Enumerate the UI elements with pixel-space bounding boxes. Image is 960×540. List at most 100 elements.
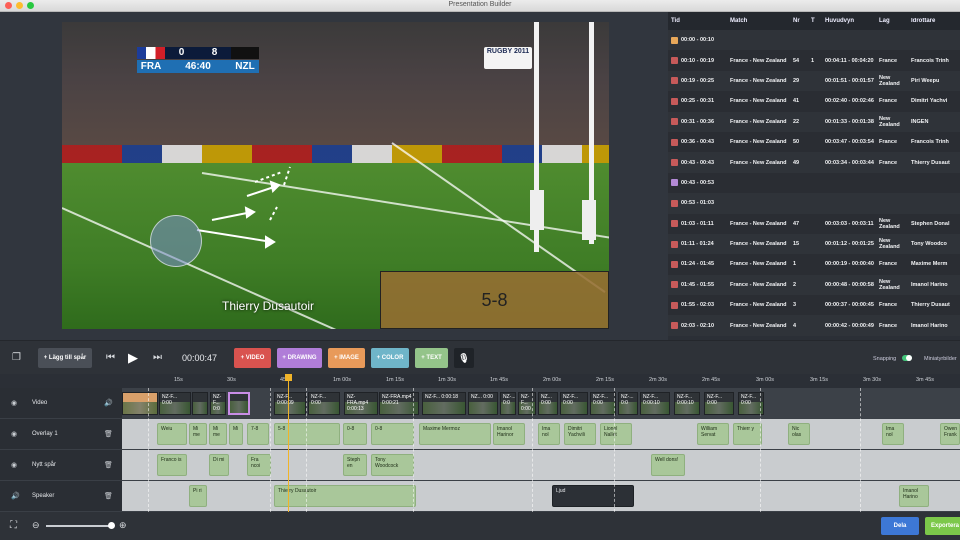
overlay-clip[interactable]: 7-8 <box>247 423 269 445</box>
col-t[interactable]: T <box>811 18 825 24</box>
eye-icon[interactable]: ◉ <box>11 399 17 407</box>
add-color-button[interactable]: + COLOR <box>371 348 409 368</box>
share-button[interactable]: Dela <box>881 517 919 535</box>
nytt-clip[interactable]: Well dons! <box>651 454 685 476</box>
clip-list-row[interactable]: 01:55 - 02:03 France - New Zealand 3 00:00:… <box>668 295 960 316</box>
clip-list-row[interactable]: 00:36 - 00:43 France - New Zealand 50 00:03… <box>668 131 960 153</box>
overlay-clip[interactable]: Mi <box>229 423 243 445</box>
overlay-clip[interactable]: Weiu <box>157 423 187 445</box>
video-clip[interactable]: NZ... 0:00 <box>538 392 558 415</box>
playhead[interactable] <box>285 374 292 512</box>
overlay-clip[interactable]: Owen Frank <box>940 423 960 445</box>
overlay-clip[interactable]: William Servat <box>697 423 729 445</box>
overlay-clip[interactable]: Imanol Harinor <box>493 423 525 445</box>
col-tid[interactable]: Tid <box>668 18 730 24</box>
overlay-clip[interactable]: Nic olas <box>788 423 810 445</box>
microphone-button[interactable]: 🎙 <box>454 348 474 368</box>
player-highlight[interactable] <box>150 215 202 267</box>
video-clip[interactable]: NZ-... 0:0 <box>500 392 516 415</box>
overlay-clip[interactable]: Maxime Mermoz <box>419 423 491 445</box>
clip-list-row[interactable]: 00:00 - 00:10 <box>668 30 960 51</box>
overlay-clip[interactable]: Lionel Nallet <box>600 423 632 445</box>
clip-list-row[interactable]: 00:43 - 00:53 <box>668 172 960 194</box>
speaker-clip[interactable]: Imanol Harino <box>899 485 929 507</box>
clip-list-row[interactable]: 02:03 - 02:10 France - New Zealand 4 00:00:… <box>668 315 960 336</box>
eye-icon[interactable]: ◉ <box>11 461 17 469</box>
video-clip[interactable] <box>122 392 158 415</box>
video-clip[interactable] <box>228 392 250 415</box>
video-lane[interactable]: NZ-F... 0:00 NZ-F... 0:0 NZ-F... 0:00:09 NZ… <box>122 388 960 418</box>
video-clip[interactable] <box>192 392 208 415</box>
export-button[interactable]: Exportera <box>925 517 960 535</box>
speaker-clip[interactable]: Thierry Dusautoir <box>274 485 416 507</box>
clip-list-row[interactable]: 01:45 - 01:55 France - New Zealand 2 00:00:… <box>668 274 960 296</box>
add-video-button[interactable]: + VIDEO <box>234 348 271 368</box>
video-clip[interactable]: NZ-F... 0:00 <box>159 392 191 415</box>
zoom-in-icon[interactable]: ⊕ <box>119 520 127 531</box>
clip-list-row[interactable]: 00:53 - 01:03 <box>668 193 960 214</box>
clip-list-row[interactable]: 00:25 - 00:31 France - New Zealand 41 00:02… <box>668 91 960 112</box>
col-huvudvyn[interactable]: Huvudvyn <box>825 18 879 24</box>
add-text-button[interactable]: + TEXT <box>415 348 448 368</box>
overlay-clip[interactable]: 0-8 <box>371 423 414 445</box>
add-track-button[interactable]: + Lägg till spår <box>38 348 92 368</box>
nytt-clip[interactable]: Franco is <box>157 454 187 476</box>
duplicate-icon[interactable]: ❐ <box>12 352 21 363</box>
zoom-out-icon[interactable]: ⊖ <box>32 520 40 531</box>
play-icon[interactable]: ▶ <box>128 350 138 366</box>
col-idrottare[interactable]: Idrottare <box>911 18 960 24</box>
video-clip[interactable]: NZ... 0:00 <box>468 392 498 415</box>
trash-icon[interactable]: 🗑 <box>104 492 113 500</box>
col-nr[interactable]: Nr <box>793 18 811 24</box>
video-preview[interactable]: 0 8 FRA 46:40 NZL RUGBY 2011 Thierry Dus… <box>62 22 609 329</box>
nytt-clip[interactable]: Di mi <box>209 454 229 476</box>
nytt-lane[interactable]: Franco is Di mi Fra ncoi Steph en Tony W… <box>122 450 960 480</box>
col-match[interactable]: Match <box>730 18 793 24</box>
video-clip[interactable]: NZ-F... 0:0 <box>210 392 226 415</box>
nytt-clip[interactable]: Tony Woodcock <box>371 454 414 476</box>
volume-icon[interactable]: 🔊 <box>104 399 113 407</box>
trash-icon[interactable]: 🗑 <box>104 461 113 469</box>
clip-list-row[interactable]: 01:11 - 01:24 France - New Zealand 15 00:01… <box>668 233 960 255</box>
video-clip[interactable]: NZ-F... 0:00 <box>518 392 536 415</box>
snapping-toggle[interactable] <box>902 355 912 361</box>
video-clip[interactable]: NZ-F... 0:00 <box>704 392 734 415</box>
video-clip[interactable]: NZ-... 0:0 <box>618 392 638 415</box>
fit-screen-icon[interactable]: ⛶ <box>10 520 17 531</box>
video-clip[interactable]: NZ-F... 0:00:10 <box>674 392 700 415</box>
add-drawing-button[interactable]: + DRAWING <box>277 348 322 368</box>
clip-list-row[interactable]: 00:43 - 00:43 France - New Zealand 49 00:03… <box>668 152 960 173</box>
zoom-slider[interactable] <box>46 522 115 529</box>
speaker-clip[interactable]: Pi ri <box>189 485 207 507</box>
trash-icon[interactable]: 🗑 <box>104 430 113 438</box>
skip-forward-icon[interactable]: ⏭ <box>153 352 162 363</box>
overlay-clip[interactable]: 0-8 <box>343 423 367 445</box>
video-clip[interactable]: NZ-F... 0:00:09 <box>274 392 306 415</box>
video-clip[interactable]: NZ-FRA.mp4 0:00:13 <box>344 392 378 415</box>
video-clip[interactable]: NZ-F... 0:00 <box>560 392 588 415</box>
score-overlay[interactable]: 5-8 <box>380 271 609 329</box>
clip-list-row[interactable]: 00:19 - 00:25 France - New Zealand 29 00:01… <box>668 70 960 92</box>
volume-icon[interactable]: 🔊 <box>11 492 20 500</box>
overlay-clip[interactable]: Ima nol <box>882 423 904 445</box>
col-lag[interactable]: Lag <box>879 18 911 24</box>
nytt-clip[interactable]: Steph en <box>343 454 367 476</box>
overlay-clip[interactable]: Ima nol <box>538 423 560 445</box>
clip-list-row[interactable]: 00:31 - 00:36 France - New Zealand 22 00:01… <box>668 111 960 132</box>
clip-list-row[interactable]: 01:24 - 01:45 France - New Zealand 1 00:00:… <box>668 254 960 275</box>
overlay-lane[interactable]: Weiu Mi me Mi me Mi 7-8 5-8 0-8 0-8 Maxi… <box>122 419 960 449</box>
video-clip[interactable]: NZ-F... 0:00:10 <box>640 392 670 415</box>
video-clip[interactable]: NZ-F... 0:00 <box>590 392 616 415</box>
overlay-clip[interactable]: 5-8 <box>274 423 340 445</box>
clip-list-row[interactable]: 01:03 - 01:11 France - New Zealand 47 00:03… <box>668 213 960 234</box>
thumbnails-label[interactable]: Miniatyrbilder <box>924 356 957 362</box>
zoom-slider-knob[interactable] <box>108 522 115 529</box>
timeline-ruler[interactable]: 15s 30s 45 1m 00s 1m 15s 1m 30s 1m 45s 2m 00s 2m… <box>122 374 960 388</box>
audio-clip[interactable]: Ljud <box>552 485 634 507</box>
overlay-clip[interactable]: Mi me <box>189 423 207 445</box>
nytt-clip[interactable]: Fra ncoi <box>247 454 271 476</box>
eye-icon[interactable]: ◉ <box>11 430 17 438</box>
video-clip[interactable]: NZ-F... 0:00:18 <box>422 392 466 415</box>
player-caption[interactable]: Thierry Dusautoir <box>222 299 314 313</box>
speaker-lane[interactable]: Pi ri Thierry Dusautoir Ljud Imanol Hari… <box>122 481 960 511</box>
